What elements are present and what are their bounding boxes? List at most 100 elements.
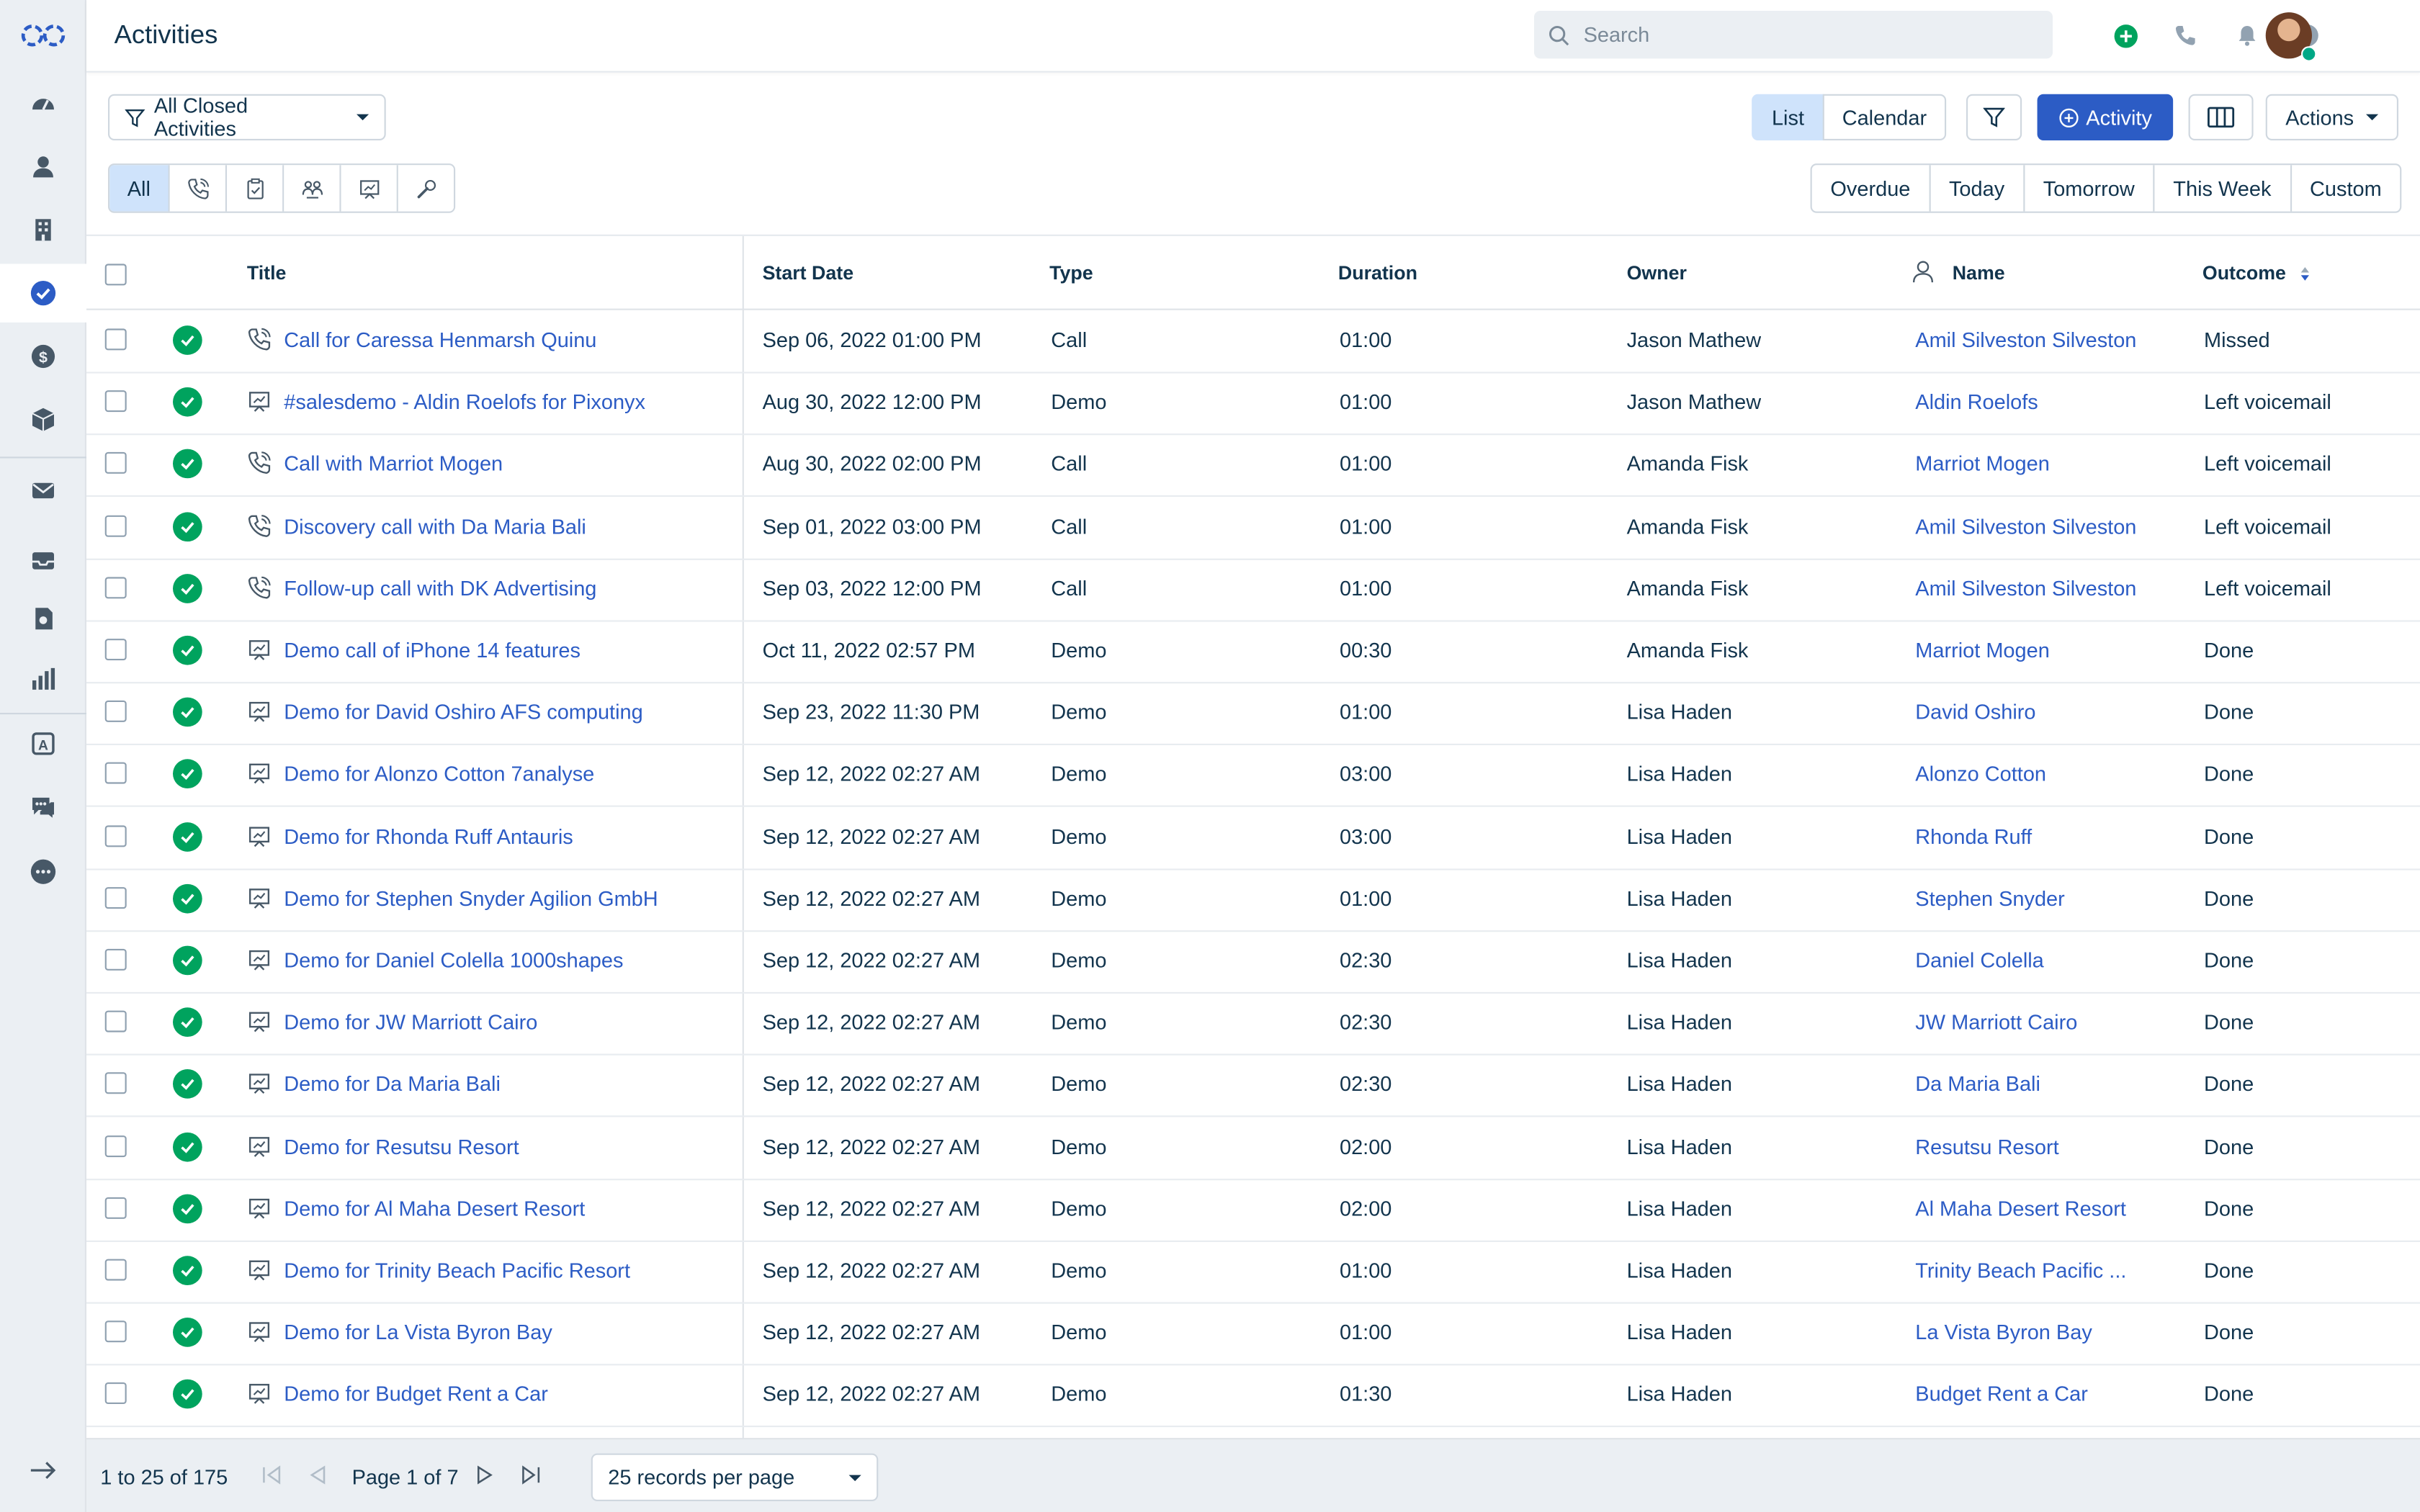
calendar-view-button[interactable]: Calendar — [1822, 94, 1947, 140]
activity-title-link[interactable]: Demo for JW Marriott Cairo — [284, 1011, 731, 1034]
contact-name-link[interactable]: Alonzo Cotton — [1915, 762, 2146, 786]
table-row[interactable]: Demo for Daniel Colella 1000shapes Sep 12… — [86, 930, 2420, 994]
completed-check-icon[interactable] — [173, 1318, 202, 1348]
completed-check-icon[interactable] — [173, 945, 202, 976]
table-row[interactable]: Demo for Alonzo Cotton 7analyse Sep 12, 2… — [86, 744, 2420, 808]
row-checkbox[interactable] — [104, 824, 127, 847]
more-icon[interactable] — [0, 842, 86, 901]
filter-custom[interactable]: Custom — [2291, 165, 2400, 211]
activity-title-link[interactable]: Demo for Alonzo Cotton 7analyse — [284, 762, 731, 786]
expand-sidebar-icon[interactable] — [0, 1441, 86, 1499]
activities-icon[interactable] — [0, 264, 86, 323]
contact-name-link[interactable]: Rhonda Ruff — [1915, 825, 2146, 848]
row-checkbox[interactable] — [104, 1135, 127, 1157]
list-view-button[interactable]: List — [1752, 94, 1824, 140]
records-per-page-select[interactable]: 25 records per page — [591, 1453, 879, 1501]
table-row[interactable]: Demo call of iPhone 14 features Oct 11, 2… — [86, 620, 2420, 684]
tab-custom-type[interactable] — [398, 165, 454, 212]
table-row[interactable]: Call for Caressa Henmarsh Quinu Sep 06, 2… — [86, 310, 2420, 374]
activity-title-link[interactable]: Demo for Resutsu Resort — [284, 1135, 731, 1158]
row-checkbox[interactable] — [104, 390, 127, 413]
row-checkbox[interactable] — [104, 576, 127, 598]
search-input[interactable] — [1580, 22, 2019, 48]
activity-title-link[interactable]: Demo for Stephen Snyder Agilion GmbH — [284, 887, 731, 910]
table-row[interactable]: Demo for Budget Rent a Car Sep 12, 2022 0… — [86, 1364, 2420, 1428]
contact-name-link[interactable]: Aldin Roelofs — [1915, 391, 2146, 414]
table-row[interactable]: Demo for Da Maria Bali Sep 12, 2022 02:27… — [86, 1054, 2420, 1118]
email-icon[interactable] — [0, 462, 86, 520]
contact-name-link[interactable]: Amil Silveston Silveston — [1915, 328, 2146, 351]
table-row[interactable]: Demo for Stephen Snyder Agilion GmbH Sep … — [86, 868, 2420, 932]
row-checkbox[interactable] — [104, 1320, 127, 1343]
table-row[interactable]: #salesdemo - Aldin Roelofs for Pixonyx Au… — [86, 372, 2420, 436]
table-row[interactable]: Demo for David Oshiro AFS computing Sep 2… — [86, 683, 2420, 746]
contact-name-link[interactable]: Amil Silveston Silveston — [1915, 577, 2146, 600]
tab-tasks[interactable] — [227, 165, 284, 212]
completed-check-icon[interactable] — [173, 511, 202, 541]
activity-title-link[interactable]: Demo for Trinity Beach Pacific Resort — [284, 1259, 731, 1282]
actions-dropdown[interactable]: Actions — [2265, 94, 2398, 140]
column-outcome[interactable]: Outcome — [2202, 262, 2286, 284]
automation-icon[interactable]: A — [0, 714, 86, 773]
completed-check-icon[interactable] — [173, 1069, 202, 1099]
row-checkbox[interactable] — [104, 1073, 127, 1095]
products-icon[interactable] — [0, 390, 86, 449]
row-checkbox[interactable] — [104, 1382, 127, 1405]
activity-title-link[interactable]: Call with Marriot Mogen — [284, 453, 731, 476]
activity-title-link[interactable]: Demo for Da Maria Bali — [284, 1073, 731, 1096]
contact-name-link[interactable]: La Vista Byron Bay — [1915, 1321, 2146, 1344]
activity-title-link[interactable]: #salesdemo - Aldin Roelofs for Pixonyx — [284, 391, 731, 414]
row-checkbox[interactable] — [104, 886, 127, 909]
tab-demos[interactable] — [341, 165, 398, 212]
row-checkbox[interactable] — [104, 514, 127, 536]
tab-meetings[interactable] — [284, 165, 341, 212]
column-title[interactable]: Title — [247, 262, 287, 284]
contact-name-link[interactable]: Budget Rent a Car — [1915, 1383, 2146, 1406]
app-logo-icon[interactable] — [0, 6, 86, 65]
search-box[interactable] — [1534, 11, 2053, 59]
contact-name-link[interactable]: Da Maria Bali — [1915, 1073, 2146, 1096]
completed-check-icon[interactable] — [173, 1380, 202, 1410]
activity-title-link[interactable]: Demo for Al Maha Desert Resort — [284, 1197, 731, 1220]
table-row[interactable]: Demo for Trinity Beach Pacific Resort Sep… — [86, 1241, 2420, 1304]
completed-check-icon[interactable] — [173, 1131, 202, 1161]
completed-check-icon[interactable] — [173, 697, 202, 727]
row-checkbox[interactable] — [104, 762, 127, 785]
completed-check-icon[interactable] — [173, 635, 202, 665]
table-row[interactable]: Demo for Al Maha Desert Resort Sep 12, 20… — [86, 1179, 2420, 1242]
activity-title-link[interactable]: Demo for La Vista Byron Bay — [284, 1321, 731, 1344]
first-page-icon[interactable] — [261, 1464, 282, 1486]
table-row[interactable]: Demo for Rhonda Ruff Antauris Sep 12, 202… — [86, 806, 2420, 870]
column-owner[interactable]: Owner — [1627, 262, 1687, 284]
row-checkbox[interactable] — [104, 701, 127, 723]
accounts-icon[interactable] — [0, 201, 86, 259]
table-row[interactable]: Discovery call with Da Maria Bali Sep 01,… — [86, 496, 2420, 559]
completed-check-icon[interactable] — [173, 883, 202, 914]
contact-name-link[interactable]: Trinity Beach Pacific ... — [1915, 1259, 2146, 1282]
row-checkbox[interactable] — [104, 328, 127, 351]
tab-calls[interactable] — [169, 165, 227, 212]
notifications-bell-icon[interactable] — [2233, 22, 2262, 50]
filter-button[interactable] — [1966, 94, 2022, 140]
activity-title-link[interactable]: Follow-up call with DK Advertising — [284, 577, 731, 600]
column-type[interactable]: Type — [1049, 262, 1093, 284]
last-page-icon[interactable] — [520, 1464, 542, 1486]
sort-icon[interactable] — [2300, 266, 2311, 283]
contact-name-link[interactable]: Daniel Colella — [1915, 949, 2146, 972]
contact-name-link[interactable]: Marriot Mogen — [1915, 453, 2146, 476]
contact-name-link[interactable]: David Oshiro — [1915, 701, 2146, 724]
phone-icon[interactable] — [2172, 22, 2200, 50]
activity-title-link[interactable]: Demo for Rhonda Ruff Antauris — [284, 825, 731, 848]
activity-title-link[interactable]: Demo call of iPhone 14 features — [284, 639, 731, 662]
table-row[interactable]: Follow-up call with DK Advertising Sep 03… — [86, 558, 2420, 622]
completed-check-icon[interactable] — [173, 573, 202, 603]
contact-name-link[interactable]: Marriot Mogen — [1915, 639, 2146, 662]
completed-check-icon[interactable] — [173, 1007, 202, 1038]
row-checkbox[interactable] — [104, 639, 127, 661]
filter-overdue[interactable]: Overdue — [1812, 165, 1931, 212]
filter-tomorrow[interactable]: Tomorrow — [2025, 165, 2155, 212]
table-row[interactable]: Demo for La Vista Byron Bay Sep 12, 2022 … — [86, 1302, 2420, 1366]
completed-check-icon[interactable] — [173, 1194, 202, 1223]
add-activity-button[interactable]: Activity — [2037, 94, 2174, 140]
contact-name-link[interactable]: Stephen Snyder — [1915, 887, 2146, 910]
